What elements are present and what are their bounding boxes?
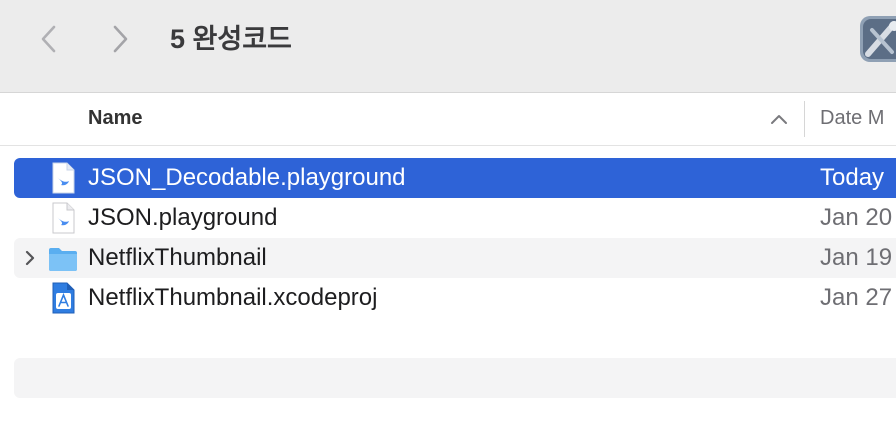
- name-column-header[interactable]: Name: [88, 107, 142, 130]
- column-header: Name Date M: [0, 93, 896, 146]
- chevron-left-icon: [41, 25, 56, 53]
- swift-playground-icon: [52, 202, 75, 234]
- disclosure-triangle-icon[interactable]: [20, 247, 40, 269]
- file-name: JSON.playground: [88, 204, 278, 231]
- file-date: Jan 20: [820, 204, 893, 231]
- file-row-json-decodable[interactable]: JSON_Decodable.playground Today: [14, 158, 896, 198]
- file-date: Today: [820, 164, 885, 191]
- chevron-up-icon[interactable]: [768, 111, 790, 127]
- folder-icon: [49, 248, 77, 271]
- file-name: JSON_Decodable.playground: [88, 164, 406, 191]
- file-name: NetflixThumbnail: [88, 244, 267, 271]
- file-row-netflixthumbnail-folder[interactable]: NetflixThumbnail Jan 19: [14, 238, 896, 278]
- swift-playground-icon: [52, 162, 75, 194]
- xcode-app-icon[interactable]: [858, 14, 896, 66]
- window-title: 5 완성코드: [170, 24, 292, 54]
- chevron-right-icon: [113, 25, 128, 53]
- file-row-xcodeproj[interactable]: NetflixThumbnail.xcodeproj Jan 27: [14, 278, 896, 318]
- finder-toolbar: 5 완성코드: [0, 0, 896, 93]
- date-column-header[interactable]: Date M: [820, 107, 884, 130]
- empty-list-row: [14, 358, 896, 398]
- file-row-json-playground[interactable]: JSON.playground Jan 20: [14, 198, 896, 238]
- file-name: NetflixThumbnail.xcodeproj: [88, 284, 378, 311]
- xcodeproj-icon: [52, 282, 75, 314]
- file-date: Jan 27: [820, 284, 893, 311]
- forward-button[interactable]: [106, 22, 138, 56]
- file-date: Jan 19: [820, 244, 893, 271]
- back-button[interactable]: [34, 22, 66, 56]
- file-list: JSON_Decodable.playground Today JSON.pla…: [14, 158, 896, 318]
- column-divider[interactable]: [804, 101, 805, 137]
